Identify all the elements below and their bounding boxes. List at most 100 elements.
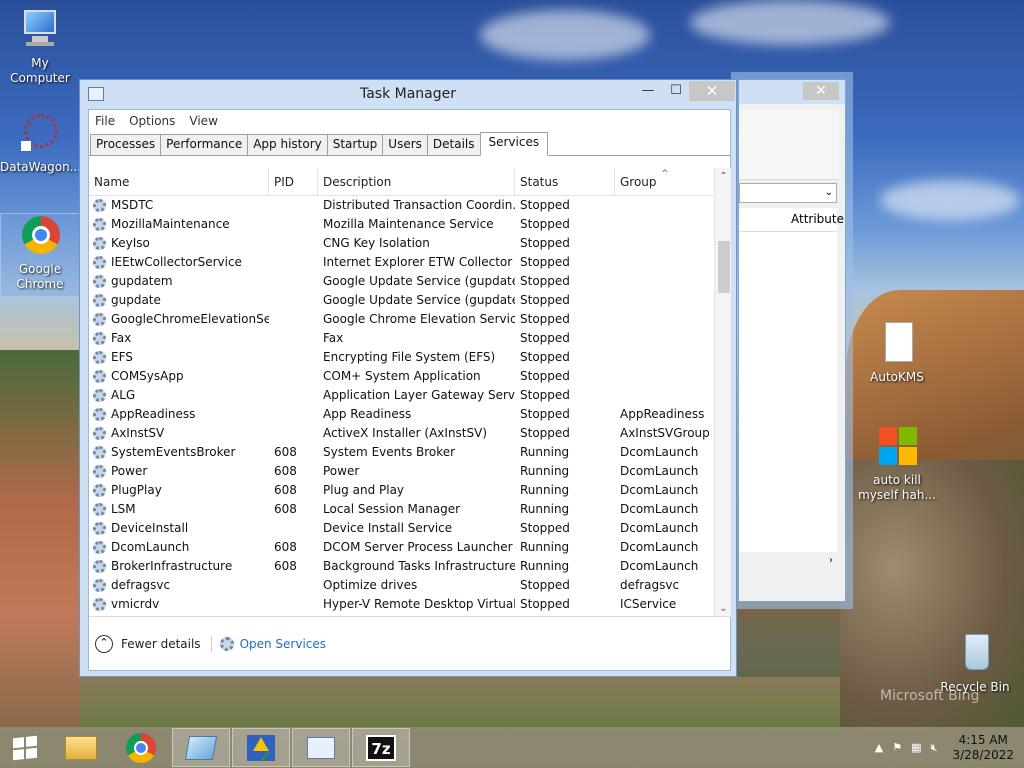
system-tray: ▲ ⚑ ▦ 🔇︎ 4:15 AM 3/28/2022 (875, 727, 1024, 768)
service-name-text: AxInstSV (111, 426, 165, 440)
service-name: SystemEventsBroker (89, 443, 269, 462)
column-header-name[interactable]: Name (89, 168, 269, 195)
computer-icon (18, 8, 62, 52)
column-header-description[interactable]: Description (318, 168, 515, 195)
open-services-link[interactable]: Open Services (240, 637, 326, 651)
menu-file[interactable]: File (95, 114, 115, 128)
desktop-icon-datawagon[interactable]: DataWagon... (0, 112, 81, 175)
table-row[interactable]: Power 608 Power Running DcomLaunch (89, 462, 732, 481)
service-gear-icon (93, 313, 106, 326)
close-button[interactable]: ✕ (689, 81, 735, 101)
menu-view[interactable]: View (189, 114, 217, 128)
desktop-icon-autokill[interactable]: auto kill myself hah... (857, 425, 937, 503)
scroll-up-icon[interactable]: ⌃ (715, 168, 732, 185)
footer-divider (210, 636, 212, 652)
service-pid: 608 (274, 559, 297, 573)
datawagon-icon (18, 112, 62, 156)
service-name: Fax (89, 329, 269, 348)
service-pid: 608 (274, 483, 297, 497)
service-name: gupdatem (89, 272, 269, 291)
background-window-close-button[interactable]: ✕ (803, 82, 839, 100)
tab-services[interactable]: Services (479, 132, 549, 156)
clock[interactable]: 4:15 AM 3/28/2022 (952, 733, 1014, 763)
service-name-text: ALG (111, 388, 136, 402)
table-row[interactable]: EFS Encrypting File System (EFS) Stopped (89, 348, 732, 367)
taskbar-7zip[interactable]: 7z (352, 728, 410, 767)
volume-muted-icon[interactable]: 🔇︎ (931, 741, 938, 755)
column-header-group[interactable]: ^ Group (615, 168, 715, 195)
7zip-icon: 7z (366, 734, 396, 761)
scroll-thumb[interactable] (718, 241, 730, 293)
table-row[interactable]: COMSysApp COM+ System Application Stopped (89, 367, 732, 386)
desktop-icon-autokms[interactable]: AutoKMS (857, 322, 937, 385)
desktop-icon-my-computer[interactable]: My Computer (0, 8, 80, 86)
service-gear-icon (93, 465, 106, 478)
service-name-text: COMSysApp (111, 369, 184, 383)
table-row[interactable]: PlugPlay 608 Plug and Play Running DcomLaunc… (89, 481, 732, 500)
background-window-dropdown[interactable]: ⌄ (739, 183, 837, 203)
table-row[interactable]: ALG Application Layer Gateway Service Stop… (89, 386, 732, 405)
column-header-status[interactable]: Status (515, 168, 615, 195)
taskbar-file-explorer[interactable] (52, 728, 110, 767)
cloud (690, 0, 890, 45)
background-window-hscroll[interactable]: › (739, 552, 837, 569)
scroll-down-icon[interactable]: ⌄ (715, 600, 732, 616)
menu-options[interactable]: Options (129, 114, 175, 128)
table-row[interactable]: gupdate Google Update Service (gupdate) St… (89, 291, 732, 310)
chevron-up-icon[interactable]: ⌃ (95, 635, 113, 653)
table-row[interactable]: MSDTC Distributed Transaction Coordin... S… (89, 196, 732, 215)
service-group (615, 348, 715, 367)
maximize-button[interactable]: ☐ (663, 81, 689, 101)
table-row[interactable]: SystemEventsBroker 608 System Events Broke… (89, 443, 732, 462)
attribute-column-header[interactable]: Attribute (791, 212, 844, 226)
table-row[interactable]: LSM 608 Local Session Manager Running DcomLa… (89, 500, 732, 519)
service-gear-icon (93, 446, 106, 459)
service-pid (269, 310, 318, 329)
network-icon[interactable]: ▦ (911, 741, 921, 754)
service-pid (269, 196, 318, 215)
table-row[interactable]: vmicrdv Hyper-V Remote Desktop Virtual...… (89, 595, 732, 614)
show-hidden-icons[interactable]: ▲ (875, 741, 883, 754)
table-row[interactable]: Fax Fax Stopped (89, 329, 732, 348)
fewer-details-button[interactable]: Fewer details (121, 637, 201, 651)
tab-startup[interactable]: Startup (326, 134, 384, 155)
table-row[interactable]: AppReadiness App Readiness Stopped AppReadi… (89, 405, 732, 424)
column-header-pid[interactable]: PID (269, 168, 318, 195)
title-bar[interactable]: Task Manager — ☐ ✕ (80, 80, 736, 109)
service-status: Running (520, 502, 570, 516)
desktop-icon-recycle-bin[interactable]: Recycle Bin (935, 632, 1015, 695)
taskbar-app-1[interactable] (172, 728, 230, 767)
service-name-text: defragsvc (111, 578, 171, 592)
tab-performance[interactable]: Performance (160, 134, 249, 155)
taskbar-task-manager[interactable] (292, 728, 350, 767)
taskbar-chrome[interactable] (112, 728, 170, 767)
start-button[interactable] (0, 728, 50, 767)
table-row[interactable]: gupdatem Google Update Service (gupdate..… (89, 272, 732, 291)
tab-app-history[interactable]: App history (247, 134, 328, 155)
table-row[interactable]: AxInstSV ActiveX Installer (AxInstSV) Stop… (89, 424, 732, 443)
task-manager-window[interactable]: Task Manager — ☐ ✕ File Options View Pro… (79, 79, 737, 677)
table-row[interactable]: KeyIso CNG Key Isolation Stopped (89, 234, 732, 253)
tab-strip: Processes Performance App history Startu… (89, 132, 730, 156)
minimize-button[interactable]: — (635, 81, 661, 101)
taskbar-app-2[interactable]: ✓ (232, 728, 290, 767)
table-row[interactable]: DcomLaunch 608 DCOM Server Process Launche… (89, 538, 732, 557)
service-description: Local Session Manager (323, 502, 461, 516)
service-gear-icon (93, 256, 106, 269)
action-center-flag-icon[interactable]: ⚑ (892, 741, 902, 754)
service-gear-icon (93, 370, 106, 383)
table-row[interactable]: defragsvc Optimize drives Stopped defragsvc (89, 576, 732, 595)
tab-users[interactable]: Users (382, 134, 428, 155)
service-status: Stopped (520, 388, 570, 402)
table-row[interactable]: IEEtwCollectorService Internet Explorer E… (89, 253, 732, 272)
tab-details[interactable]: Details (426, 134, 481, 155)
tab-processes[interactable]: Processes (90, 134, 162, 155)
vertical-scrollbar[interactable]: ⌃ ⌄ (714, 168, 732, 616)
table-row[interactable]: GoogleChromeElevationSer... Google Chrome… (89, 310, 732, 329)
desktop-icon-google-chrome[interactable]: Google Chrome (0, 213, 80, 297)
table-row[interactable]: BrokerInfrastructure 608 Background Tasks … (89, 557, 732, 576)
table-row[interactable]: DeviceInstall Device Install Service Stopp… (89, 519, 732, 538)
table-row[interactable]: MozillaMaintenance Mozilla Maintenance Se… (89, 215, 732, 234)
service-name-text: Fax (111, 331, 132, 345)
background-window[interactable]: ✕ ⌄ Attribute › (738, 79, 846, 602)
